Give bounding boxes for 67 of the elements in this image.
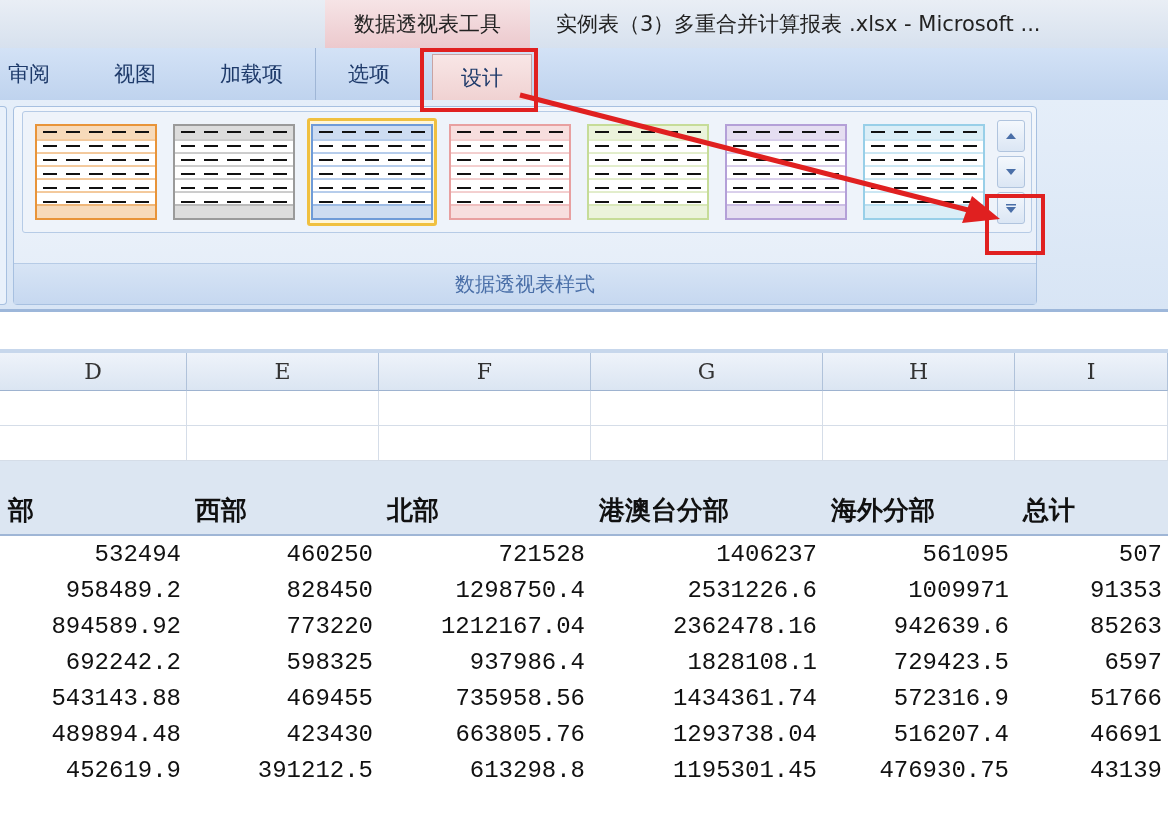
table-cell-text: 43139: [1089, 755, 1163, 786]
table-cell-text: 452619.9: [64, 755, 182, 786]
table-cell-text: 1195301.45: [671, 755, 818, 786]
table-cell-text: 828450: [285, 575, 374, 606]
table-cell-text: 773220: [285, 611, 374, 642]
scroll-up-button[interactable]: [997, 120, 1025, 152]
pivot-header: 海外分部: [823, 461, 1015, 536]
column-header[interactable]: G: [591, 353, 823, 391]
table-cell-text: 729423.5: [892, 647, 1010, 678]
table-cell-text: 1293738.04: [671, 719, 818, 750]
table-cell-text: 2531226.6: [686, 575, 818, 606]
table-cell-text: 1434361.74: [671, 683, 818, 714]
style-option[interactable]: [307, 118, 437, 226]
pivot-header: 部: [0, 461, 187, 536]
table-cell-text: 516207.4: [892, 719, 1010, 750]
table-cell-text: 460250: [285, 539, 374, 570]
table-cell-text: 469455: [285, 683, 374, 714]
table-cell-text: 1406237: [715, 539, 818, 570]
table-cell-text: 543143.88: [50, 683, 182, 714]
pivot-header: 西部: [187, 461, 379, 536]
table-cell-text: 1828108.1: [686, 647, 818, 678]
table-cell-text: 476930.75: [878, 755, 1010, 786]
table-cell-text: 85263: [1089, 611, 1163, 642]
ribbon-tab[interactable]: 视图: [82, 48, 188, 100]
table-cell-text: 1009971: [907, 575, 1010, 606]
up-icon: [1006, 133, 1016, 139]
table-cell-text: 6597: [1103, 647, 1163, 678]
column-header[interactable]: I: [1015, 353, 1168, 391]
table-cell-text: 598325: [285, 647, 374, 678]
table-cell-text: 507: [1117, 539, 1163, 570]
scroll-down-button[interactable]: [997, 156, 1025, 188]
table-cell-text: 721528: [497, 539, 586, 570]
table-cell-text: 937986.4: [468, 647, 586, 678]
table-cell-text: 942639.6: [892, 611, 1010, 642]
ribbon-tab[interactable]: 加载项: [188, 48, 315, 100]
down-icon: [1006, 169, 1016, 175]
column-header[interactable]: H: [823, 353, 1015, 391]
table-cell-text: 613298.8: [468, 755, 586, 786]
table-cell-text: 958489.2: [64, 575, 182, 606]
table-cell-text: 561095: [921, 539, 1010, 570]
table-cell-text: 692242.2: [64, 647, 182, 678]
table-cell-text: 91353: [1089, 575, 1163, 606]
column-header[interactable]: F: [379, 353, 591, 391]
table-cell-text: 46691: [1089, 719, 1163, 750]
pivot-header: 总计: [1015, 461, 1168, 536]
pivot-header: 港澳台分部: [591, 461, 823, 536]
ribbon-tab[interactable]: 审阅: [0, 48, 82, 100]
expand-icon: [1006, 203, 1016, 213]
table-cell-text: 423430: [285, 719, 374, 750]
pivot-header: 北部: [379, 461, 591, 536]
table-cell-text: 2362478.16: [671, 611, 818, 642]
table-cell-text: 51766: [1089, 683, 1163, 714]
table-cell-text: 391212.5: [256, 755, 374, 786]
table-cell-text: 663805.76: [454, 719, 586, 750]
table-cell-text: 532494: [93, 539, 182, 570]
column-header[interactable]: D: [0, 353, 187, 391]
table-cell-text: 1298750.4: [454, 575, 586, 606]
table-cell-text: 894589.92: [50, 611, 182, 642]
table-cell-text: 735958.56: [454, 683, 586, 714]
table-cell-text: 572316.9: [892, 683, 1010, 714]
table-cell-text: 489894.48: [50, 719, 182, 750]
group-label: 数据透视表样式: [14, 263, 1036, 304]
contextual-tab-title: 数据透视表工具: [325, 0, 530, 48]
table-cell-text: 1212167.04: [439, 611, 586, 642]
window-title: 实例表（3）多重合并计算报表 .xlsx - Microsoft ...: [555, 11, 1041, 38]
column-header[interactable]: E: [187, 353, 379, 391]
ribbon-tab[interactable]: 设计: [432, 54, 532, 100]
